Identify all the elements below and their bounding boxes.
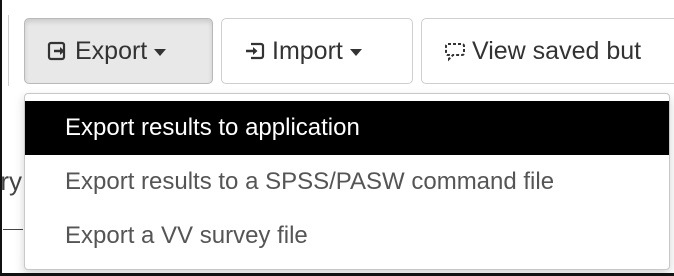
caret-down-icon: [349, 49, 362, 56]
menu-item-export-vv-survey-file[interactable]: Export a VV survey file: [25, 209, 669, 263]
caret-down-icon: [154, 49, 167, 56]
view-saved-button-label: View saved but: [472, 36, 642, 65]
export-button-label: Export: [75, 36, 148, 65]
page-heading-fragment: ry: [0, 166, 22, 196]
divider: [3, 229, 23, 230]
menu-item-label: Export a VV survey file: [65, 222, 308, 249]
menu-item-label: Export results to application: [65, 114, 360, 141]
comment-icon: [444, 40, 466, 62]
menu-item-export-spss-command-file[interactable]: Export results to a SPSS/PASW command fi…: [25, 155, 669, 209]
export-dropdown-menu: Export results to application Export res…: [24, 93, 670, 270]
export-button[interactable]: Export: [24, 18, 213, 84]
window-edge: [0, 0, 2, 276]
menu-item-export-to-application[interactable]: Export results to application: [25, 101, 669, 155]
view-saved-button[interactable]: View saved but: [421, 18, 674, 84]
toolbar-separator: [8, 15, 9, 86]
export-icon: [47, 40, 69, 62]
menu-item-label: Export results to a SPSS/PASW command fi…: [65, 168, 555, 195]
import-button[interactable]: Import: [221, 18, 413, 84]
import-icon: [244, 40, 266, 62]
import-button-label: Import: [272, 36, 343, 65]
